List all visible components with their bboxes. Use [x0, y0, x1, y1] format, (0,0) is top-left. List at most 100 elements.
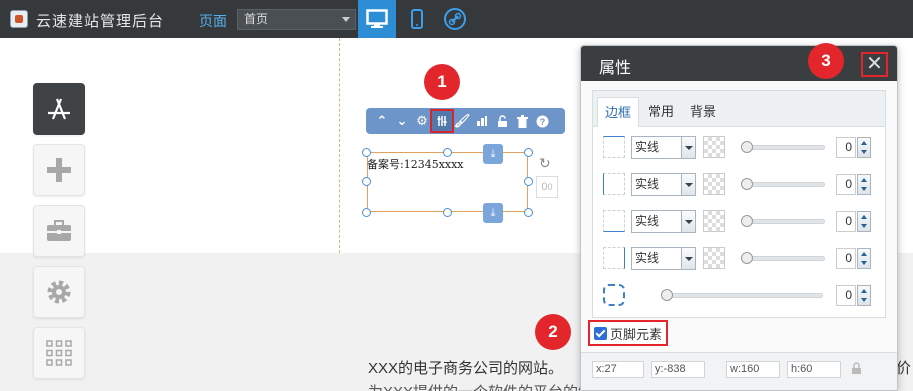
add-button[interactable]	[33, 144, 85, 196]
rotate-icon[interactable]: ↻	[539, 155, 551, 172]
slider-thumb[interactable]	[661, 289, 673, 301]
border-top-icon	[603, 136, 625, 158]
spinner-icon[interactable]	[857, 248, 871, 269]
beian-text[interactable]: 备案号:12345xxxx	[367, 156, 464, 172]
spinner-icon[interactable]	[857, 285, 871, 306]
apps-grid-button[interactable]	[33, 327, 85, 379]
help-icon[interactable]: ?	[532, 111, 552, 131]
resize-handle[interactable]	[443, 208, 452, 217]
border-left-icon	[603, 173, 625, 195]
border-color-picker[interactable]	[703, 210, 725, 232]
slider-thumb[interactable]	[741, 141, 753, 153]
width-input[interactable]: w:160	[726, 361, 780, 378]
border-width-input[interactable]: 0	[836, 211, 856, 232]
border-width-slider[interactable]	[741, 178, 825, 190]
link-button[interactable]	[436, 0, 474, 38]
footer-text-line1: XXX的电子商务公司的网站。	[368, 360, 564, 377]
guide-line	[339, 38, 340, 253]
border-row-top: 实线 0	[593, 134, 885, 162]
properties-panel: 属性 ✕ 边框 常用 背景 实线 0 实线 0 实线 0 实线 0 0 页脚元素…	[580, 45, 898, 391]
slider-thumb[interactable]	[741, 215, 753, 227]
step-badge-3: 3	[808, 43, 844, 79]
rotation-degree[interactable]: 00	[536, 176, 558, 198]
close-button[interactable]: ✕	[861, 52, 888, 77]
grid-icon	[46, 340, 72, 366]
border-style-select[interactable]: 实线	[631, 173, 696, 196]
border-style-select[interactable]: 实线	[631, 247, 696, 270]
tab-common[interactable]: 常用	[641, 97, 681, 127]
unlock-icon[interactable]	[492, 111, 512, 131]
panel-tabs: 边框 常用 背景	[593, 91, 885, 127]
height-input[interactable]: h:60	[787, 361, 841, 378]
gear-icon	[47, 280, 71, 304]
desktop-view-button[interactable]	[358, 0, 396, 38]
border-radius-input[interactable]: 0	[836, 285, 856, 306]
desktop-icon	[366, 9, 388, 28]
checkbox-checked-icon[interactable]	[594, 326, 607, 340]
border-style-select[interactable]: 实线	[631, 136, 696, 159]
page-label: 页面	[199, 13, 227, 29]
chevron-down-icon[interactable]: ⌄	[392, 111, 412, 131]
spinner-icon[interactable]	[857, 137, 871, 158]
resize-handle[interactable]	[524, 177, 533, 186]
border-width-input[interactable]: 0	[836, 137, 856, 158]
resize-handle[interactable]	[362, 177, 371, 186]
resize-handle[interactable]	[524, 148, 533, 157]
panel-header: 属性 ✕	[581, 46, 897, 81]
brush-icon[interactable]: 🖌	[452, 111, 472, 131]
border-row-bottom: 实线 0	[593, 208, 885, 236]
gear-icon[interactable]: ⚙	[412, 111, 432, 131]
link-icon	[444, 8, 466, 30]
chevron-up-icon[interactable]: ⌃	[372, 111, 392, 131]
trash-icon[interactable]	[512, 111, 532, 131]
border-color-picker[interactable]	[703, 136, 725, 158]
step-badge-2: 2	[535, 314, 571, 350]
border-width-slider[interactable]	[741, 252, 825, 264]
caret-down-icon	[342, 17, 350, 22]
properties-icon[interactable]	[430, 109, 454, 133]
y-input[interactable]: y:-838	[651, 361, 705, 378]
slider-thumb[interactable]	[741, 252, 753, 264]
mobile-view-button[interactable]	[398, 0, 436, 38]
app-title: 云速建站管理后台	[36, 13, 165, 30]
resize-handle[interactable]	[524, 208, 533, 217]
border-width-input[interactable]: 0	[836, 248, 856, 269]
coordinates-row: x:27 y:-838 w:160 h:60	[581, 352, 897, 390]
panel-body: 边框 常用 背景 实线 0 实线 0 实线 0 实线 0 0	[592, 90, 886, 318]
border-row-left: 实线 0	[593, 171, 885, 199]
border-style-select[interactable]: 实线	[631, 210, 696, 233]
border-color-picker[interactable]	[703, 247, 725, 269]
footer-element-checkbox[interactable]: 页脚元素	[588, 320, 668, 346]
x-input[interactable]: x:27	[592, 361, 644, 378]
logo-icon	[10, 10, 28, 28]
toolbox-button[interactable]	[33, 205, 85, 257]
resize-handle[interactable]	[362, 148, 371, 157]
mobile-icon	[411, 9, 423, 29]
spinner-icon[interactable]	[857, 174, 871, 195]
app-store-button[interactable]	[33, 83, 85, 135]
panel-title: 属性	[599, 60, 632, 77]
border-radius-icon	[603, 284, 625, 306]
slider-thumb[interactable]	[741, 178, 753, 190]
anchor-bottom-button[interactable]: ⤓	[483, 203, 503, 223]
anchor-top-button[interactable]: ⤓	[483, 144, 503, 164]
svg-text:?: ?	[539, 117, 545, 127]
page-select[interactable]: 首页	[237, 9, 356, 30]
resize-handle[interactable]	[362, 208, 371, 217]
resize-handle[interactable]	[443, 148, 452, 157]
spinner-icon[interactable]	[857, 211, 871, 232]
tab-border[interactable]: 边框	[597, 97, 640, 127]
footer-element-label: 页脚元素	[610, 326, 663, 342]
border-radius-slider[interactable]	[661, 289, 823, 301]
border-width-slider[interactable]	[741, 141, 825, 153]
border-color-picker[interactable]	[703, 173, 725, 195]
tab-background[interactable]: 背景	[683, 97, 723, 127]
lock-icon[interactable]	[851, 362, 862, 378]
chart-icon[interactable]	[472, 111, 492, 131]
border-radius-row: 0	[593, 282, 885, 310]
footer-text-right: 价	[896, 360, 912, 377]
settings-button[interactable]	[33, 266, 85, 318]
border-width-slider[interactable]	[741, 215, 825, 227]
border-width-input[interactable]: 0	[836, 174, 856, 195]
app-store-icon	[48, 98, 70, 120]
